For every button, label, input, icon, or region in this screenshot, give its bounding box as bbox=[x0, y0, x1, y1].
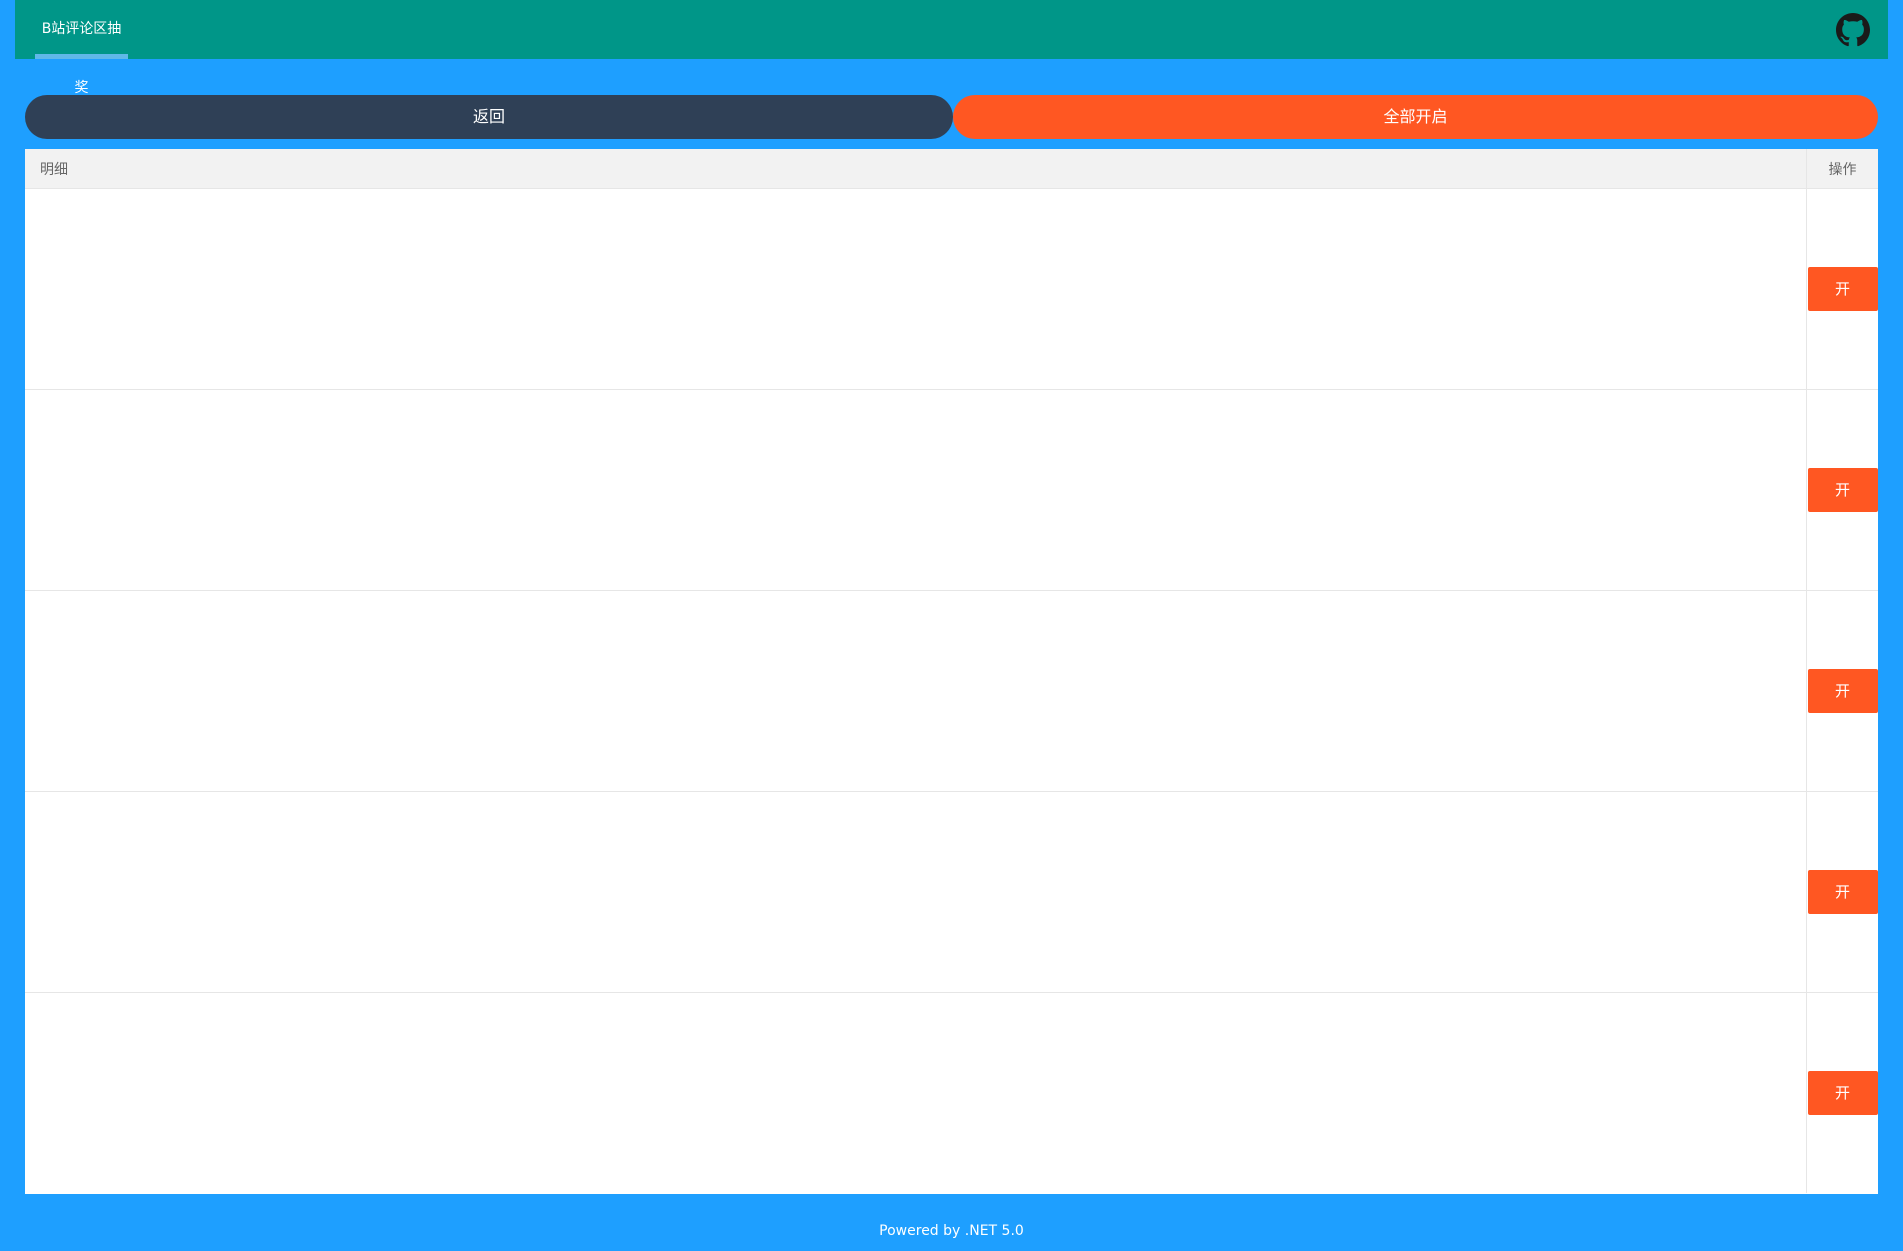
back-button[interactable]: 返回 bbox=[25, 95, 953, 139]
nav-tab-lottery[interactable]: B站评论区抽奖 bbox=[35, 0, 128, 96]
column-header-detail: 明细 bbox=[25, 149, 1807, 189]
open-button[interactable]: 开 bbox=[1807, 1071, 1878, 1115]
open-all-button[interactable]: 全部开启 bbox=[953, 95, 1878, 139]
top-nav-bar: B站评论区抽奖 bbox=[15, 0, 1888, 96]
github-icon[interactable] bbox=[1836, 13, 1870, 47]
action-buttons: 返回 全部开启 bbox=[25, 95, 1878, 139]
action-cell: 开 bbox=[1806, 389, 1878, 591]
table-row: 开 bbox=[25, 992, 1878, 1194]
open-button[interactable]: 开 bbox=[1807, 468, 1878, 512]
detail-cell bbox=[25, 389, 1807, 591]
table-row: 开 bbox=[25, 791, 1878, 993]
action-cell: 开 bbox=[1806, 590, 1878, 792]
table-row: 开 bbox=[25, 188, 1878, 390]
footer-text: Powered by .NET 5.0 bbox=[879, 1223, 1024, 1239]
table-row: 开 bbox=[25, 389, 1878, 591]
action-cell: 开 bbox=[1806, 188, 1878, 390]
table-row: 开 bbox=[25, 590, 1878, 792]
action-cell: 开 bbox=[1806, 992, 1878, 1193]
detail-cell bbox=[25, 791, 1807, 993]
open-button[interactable]: 开 bbox=[1807, 870, 1878, 914]
column-header-action: 操作 bbox=[1806, 149, 1878, 189]
detail-cell bbox=[25, 188, 1807, 390]
open-button[interactable]: 开 bbox=[1807, 267, 1878, 311]
table-header-row: 明细 操作 bbox=[25, 149, 1878, 189]
lottery-table: 明细 操作 开 开 开 开 开 bbox=[25, 149, 1878, 1194]
open-button[interactable]: 开 bbox=[1807, 669, 1878, 713]
action-cell: 开 bbox=[1806, 791, 1878, 993]
detail-cell bbox=[25, 590, 1807, 792]
detail-cell bbox=[25, 993, 1807, 1194]
